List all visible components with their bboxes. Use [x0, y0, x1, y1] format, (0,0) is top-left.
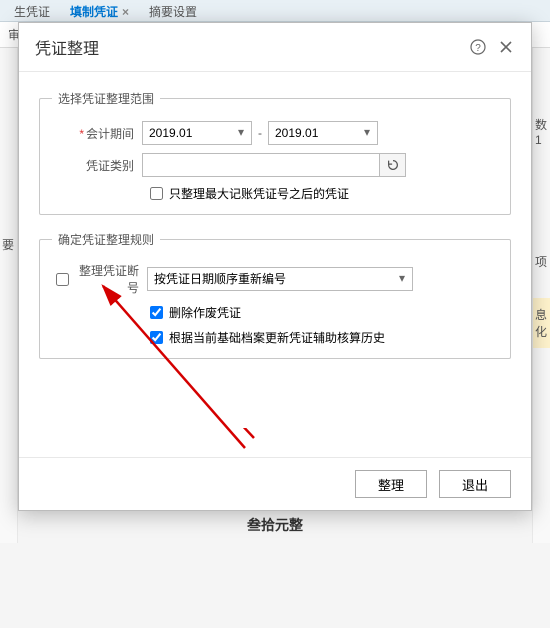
- delete-void-label: 删除作废凭证: [169, 304, 241, 321]
- period-from-select[interactable]: 2019.01: [142, 121, 252, 145]
- period-to-select[interactable]: 2019.01: [268, 121, 378, 145]
- background-left: 要: [0, 48, 18, 543]
- scope-legend: 选择凭证整理范围: [52, 90, 160, 107]
- svg-text:?: ?: [475, 43, 481, 54]
- help-icon[interactable]: ?: [469, 38, 487, 56]
- background-tabs: 生凭证 填制凭证× 摘要设置: [0, 0, 550, 22]
- exit-button[interactable]: 退出: [439, 470, 511, 498]
- period-dash: -: [258, 126, 262, 140]
- dialog-title: 凭证整理: [35, 35, 459, 59]
- tab-generate[interactable]: 生凭证: [4, 0, 60, 21]
- background-total: 叁拾元整: [0, 515, 550, 535]
- only-after-max-checkbox[interactable]: [150, 187, 163, 200]
- update-aux-checkbox[interactable]: [150, 331, 163, 344]
- delete-void-checkbox[interactable]: [150, 306, 163, 319]
- break-label: 整理凭证断号: [77, 262, 147, 296]
- voucher-organize-dialog: 凭证整理 ? 选择凭证整理范围 *会计期间 2019.01 - 2019.01 …: [18, 22, 532, 511]
- type-label: 凭证类别: [52, 157, 142, 174]
- refresh-button[interactable]: [380, 153, 406, 177]
- rule-legend: 确定凭证整理规则: [52, 231, 160, 248]
- background-right: 数 1 项 息化: [532, 48, 550, 543]
- only-after-max-label: 只整理最大记账凭证号之后的凭证: [169, 185, 349, 202]
- update-aux-label: 根据当前基础档案更新凭证辅助核算历史: [169, 329, 385, 346]
- voucher-type-input[interactable]: [142, 153, 380, 177]
- renumber-rule-select[interactable]: 按凭证日期顺序重新编号: [147, 267, 413, 291]
- tab-fill[interactable]: 填制凭证×: [60, 0, 139, 21]
- dialog-body: 选择凭证整理范围 *会计期间 2019.01 - 2019.01 凭证类别 只整…: [19, 72, 531, 393]
- scope-group: 选择凭证整理范围 *会计期间 2019.01 - 2019.01 凭证类别 只整…: [39, 90, 511, 215]
- tab-summary[interactable]: 摘要设置: [139, 0, 207, 21]
- dialog-footer: 整理 退出: [19, 457, 531, 510]
- period-label: *会计期间: [52, 125, 142, 142]
- dialog-header: 凭证整理 ?: [19, 23, 531, 72]
- organize-break-checkbox[interactable]: [56, 273, 69, 286]
- close-icon[interactable]: ×: [122, 5, 129, 19]
- close-icon[interactable]: [497, 38, 515, 56]
- organize-button[interactable]: 整理: [355, 470, 427, 498]
- rule-group: 确定凭证整理规则 整理凭证断号 按凭证日期顺序重新编号 删除作废凭证 根据当前基…: [39, 231, 511, 359]
